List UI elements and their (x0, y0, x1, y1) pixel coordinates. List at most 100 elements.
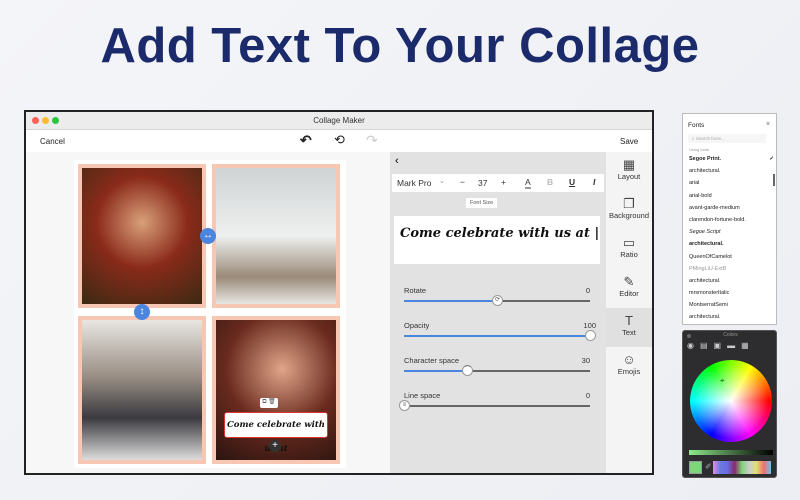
slider-value: 30 (581, 356, 590, 365)
font-item[interactable]: avant-garde-medium (683, 202, 778, 214)
section-label: Using fonts (689, 147, 710, 152)
title-bar: Collage Maker (26, 112, 652, 130)
tab-background[interactable]: ❐ Background (606, 191, 652, 230)
font-search-input[interactable]: ⌕ Search fonts... (688, 134, 766, 143)
font-item[interactable]: architectural. (683, 165, 778, 177)
redo-icon[interactable]: ↷ (366, 132, 378, 149)
undo-icon[interactable]: ↶ (300, 132, 312, 149)
increase-size-button[interactable]: + (501, 177, 506, 187)
font-item[interactable]: MontserratSemi (683, 299, 778, 311)
font-size-value[interactable]: 37 (478, 178, 487, 188)
text-overlay[interactable]: Come celebrate with us at (224, 412, 328, 454)
photo-cell-1[interactable] (78, 164, 206, 308)
font-size-tooltip: Font Size (466, 198, 498, 208)
emojis-icon: ☺ (622, 352, 636, 367)
tab-ratio[interactable]: ▭ Ratio (606, 230, 652, 269)
tab-emojis[interactable]: ☺ Emojis (606, 347, 652, 386)
slider-label: Rotate (404, 286, 427, 295)
font-item[interactable]: clarendon-fortune-bold. (683, 214, 778, 226)
tab-label: Ratio (620, 250, 638, 259)
current-color-swatch[interactable] (689, 461, 702, 474)
format-bar: Mark Pro ⌄ − 37 + A B U I (392, 174, 604, 192)
tab-label: Text (622, 328, 636, 337)
italic-button[interactable]: I (593, 177, 595, 187)
slider-knob[interactable] (585, 330, 596, 341)
fonts-title: Fonts (688, 122, 705, 129)
brightness-slider[interactable] (689, 450, 773, 455)
checkmark-icon: ✓ (769, 156, 774, 162)
font-item[interactable]: Segoe Script (683, 226, 778, 238)
editor-icon: ✎ (623, 274, 635, 289)
slider-track[interactable] (404, 405, 590, 407)
slider-knob[interactable]: ⟳ (492, 295, 503, 306)
color-picker-crosshair[interactable]: ⌖ (720, 376, 725, 386)
font-item[interactable]: architectural. (683, 275, 778, 287)
ratio-icon: ▭ (622, 235, 636, 250)
font-item[interactable]: arial (683, 177, 778, 189)
tab-editor[interactable]: ✎ Editor (606, 269, 652, 308)
search-placeholder: Search fonts... (695, 136, 725, 141)
slider-label: Opacity (404, 321, 430, 330)
font-item[interactable]: mrsmonsterItalic (683, 287, 778, 299)
slider-fill (404, 335, 590, 337)
color-swatches[interactable] (713, 461, 771, 474)
slider-label: Line space (404, 391, 441, 400)
text-color-button[interactable]: A (525, 177, 531, 189)
font-item[interactable]: arial-bold (683, 190, 778, 202)
font-item[interactable]: QueenOfCamelot (683, 251, 778, 263)
font-item[interactable]: PMingLiU-ExtB (683, 263, 778, 275)
tab-text[interactable]: T Text (606, 308, 652, 347)
scrollbar[interactable] (773, 174, 775, 186)
text-edit-panel: ‹ Mark Pro ⌄ − 37 + A B U I Font Size Co… (390, 152, 606, 473)
collage: ↔ ↕ ⧉ 🗑 Come celebrate with us at + (74, 160, 346, 468)
color-mode-tabs[interactable]: ◉▤▣▬▦ (687, 341, 773, 353)
window-title: Collage Maker (313, 116, 365, 125)
save-button[interactable]: Save (620, 137, 638, 146)
reset-icon[interactable]: ⟲ (334, 132, 345, 148)
background-icon: ❐ (623, 196, 635, 211)
photo-cell-2[interactable] (212, 164, 340, 308)
close-window-button[interactable] (32, 117, 39, 124)
font-item[interactable]: architectural. (683, 238, 778, 250)
vertical-resize-handle[interactable]: ↕ (134, 304, 150, 320)
cancel-button[interactable]: Cancel (40, 137, 65, 146)
font-item[interactable]: architectural. (683, 311, 778, 323)
color-wheel[interactable] (690, 360, 772, 442)
text-input[interactable]: Come celebrate with us at | (394, 216, 600, 264)
slider-knob[interactable]: ≡ (399, 400, 410, 411)
photo-cell-3[interactable] (78, 316, 206, 464)
tab-label: Background (608, 211, 650, 220)
toolbar: Cancel ↶ ⟲ ↷ Save (26, 130, 652, 152)
tab-label: Emojis (617, 367, 641, 376)
close-icon[interactable]: × (766, 121, 770, 128)
slider-knob[interactable]: ⌒ (462, 365, 473, 376)
horizontal-resize-handle[interactable]: ↔ (200, 228, 216, 244)
underline-button[interactable]: U (569, 177, 575, 187)
zoom-window-button[interactable] (52, 117, 59, 124)
text-icon: T (625, 313, 633, 328)
add-text-button[interactable]: + (269, 440, 281, 452)
back-icon[interactable]: ‹ (395, 155, 399, 167)
bold-button[interactable]: B (547, 177, 553, 187)
font-item[interactable]: Segoe Print. ✓ (683, 153, 778, 165)
headline: Add Text To Your Collage (100, 19, 700, 73)
tab-layout[interactable]: ▦ Layout (606, 152, 652, 191)
chevron-down-icon: ⌄ (439, 178, 445, 185)
font-select[interactable]: Mark Pro (397, 178, 431, 188)
copy-delete-mini-toolbar[interactable]: ⧉ 🗑 (260, 398, 278, 408)
tab-label: Editor (619, 289, 639, 298)
eyedropper-icon[interactable]: ✐ (705, 462, 712, 471)
decrease-size-button[interactable]: − (460, 177, 465, 187)
slider-fill (404, 300, 497, 302)
colors-panel: Colors ◉▤▣▬▦ ⌖ ✐ (682, 330, 777, 478)
slider-label: Character space (404, 356, 460, 365)
minimize-window-button[interactable] (42, 117, 49, 124)
slider-value: 100 (583, 321, 596, 330)
slider-fill (404, 370, 467, 372)
fonts-panel: Fonts × ⌕ Search fonts... Using fonts Se… (682, 113, 777, 325)
side-tabs: ▦ Layout ❐ Background ▭ Ratio ✎ Editor T Text ☺ Emo… (606, 152, 652, 473)
slider-value: 0 (585, 391, 590, 400)
slider-value: 0 (585, 286, 590, 295)
collage-canvas: ↔ ↕ ⧉ 🗑 Come celebrate with us at + (26, 152, 390, 473)
layout-icon: ▦ (622, 157, 636, 172)
